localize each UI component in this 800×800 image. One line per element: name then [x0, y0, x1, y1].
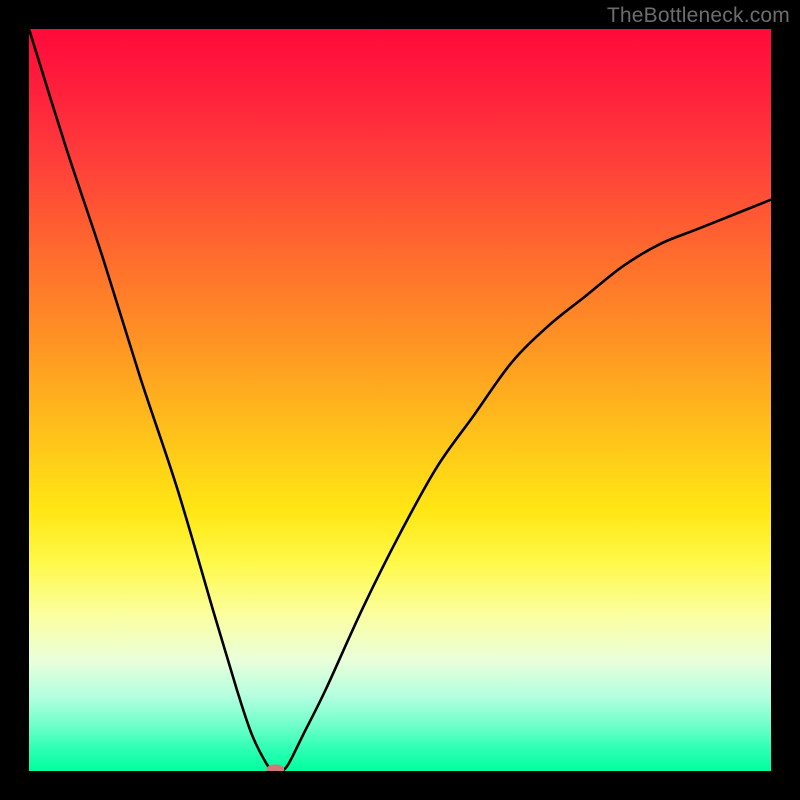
plot-area: [29, 29, 771, 771]
outer-frame: TheBottleneck.com: [0, 0, 800, 800]
bottleneck-curve: [29, 29, 771, 771]
watermark-text: TheBottleneck.com: [607, 4, 790, 28]
